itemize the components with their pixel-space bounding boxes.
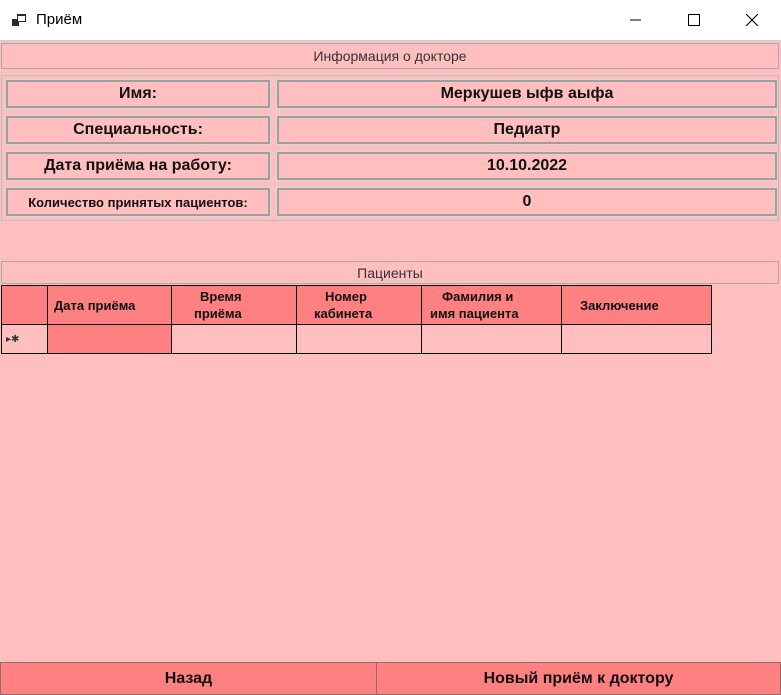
hire-date-value: 10.10.2022 <box>276 151 778 181</box>
table-row[interactable]: ▸✱ <box>1 324 712 354</box>
hire-date-label: Дата приёма на работу: <box>5 151 271 181</box>
column-header-label-line1: Фамилия и <box>442 289 514 304</box>
table-cell[interactable] <box>421 324 562 354</box>
column-header-room[interactable]: Номер кабинета <box>296 285 422 325</box>
form-client-area: Информация о докторе Имя: Меркушев ыфв а… <box>0 41 781 695</box>
maximize-icon <box>688 14 700 26</box>
doctor-info-header: Информация о докторе <box>1 43 779 69</box>
table-cell[interactable] <box>171 324 297 354</box>
new-row-indicator-icon: ▸✱ <box>1 324 48 354</box>
patients-count-value: 0 <box>276 187 778 217</box>
row-header-corner <box>1 285 48 325</box>
close-icon <box>746 14 758 26</box>
column-header-label-line2: кабинета <box>314 306 373 321</box>
minimize-button[interactable] <box>607 0 665 40</box>
column-header-label-line1: Время <box>200 289 242 304</box>
close-button[interactable] <box>723 0 781 40</box>
doctor-specialty-label: Специальность: <box>5 115 271 145</box>
doctor-name-label: Имя: <box>5 79 271 109</box>
window-title: Приём <box>36 11 83 28</box>
patients-grid[interactable]: Дата приёма Время приёма Номер кабинета Фа… <box>1 285 779 662</box>
column-header-patient-name[interactable]: Фамилия и имя пациента <box>421 285 562 325</box>
table-header-row: Дата приёма Время приёма Номер кабинета Фа… <box>1 285 712 325</box>
minimize-icon <box>630 19 641 21</box>
new-appointment-button[interactable]: Новый приём к доктору <box>376 662 781 695</box>
column-header-label: Дата приёма <box>54 297 136 313</box>
column-header-label-line1: Номер <box>325 289 367 304</box>
window-titlebar: Приём <box>0 0 781 41</box>
table-cell[interactable] <box>296 324 422 354</box>
patients-header: Пациенты <box>1 261 779 284</box>
column-header-label-line2: имя пациента <box>430 306 519 321</box>
doctor-specialty-value: Педиатр <box>276 115 778 145</box>
table-cell[interactable] <box>561 324 712 354</box>
column-header-date[interactable]: Дата приёма <box>47 285 172 325</box>
column-header-label-line2: приёма <box>194 306 242 321</box>
app-window-icon <box>12 14 26 26</box>
column-header-time[interactable]: Время приёма <box>171 285 297 325</box>
table-cell[interactable] <box>47 324 172 354</box>
patients-table: Дата приёма Время приёма Номер кабинета Фа… <box>1 285 712 354</box>
maximize-button[interactable] <box>665 0 723 40</box>
back-button[interactable]: Назад <box>0 662 377 695</box>
patients-count-label: Количество принятых пациентов: <box>5 187 271 217</box>
column-header-label: Заключение <box>580 297 659 313</box>
column-header-conclusion[interactable]: Заключение <box>561 285 712 325</box>
doctor-name-value: Меркушев ыфв аыфа <box>276 79 778 109</box>
